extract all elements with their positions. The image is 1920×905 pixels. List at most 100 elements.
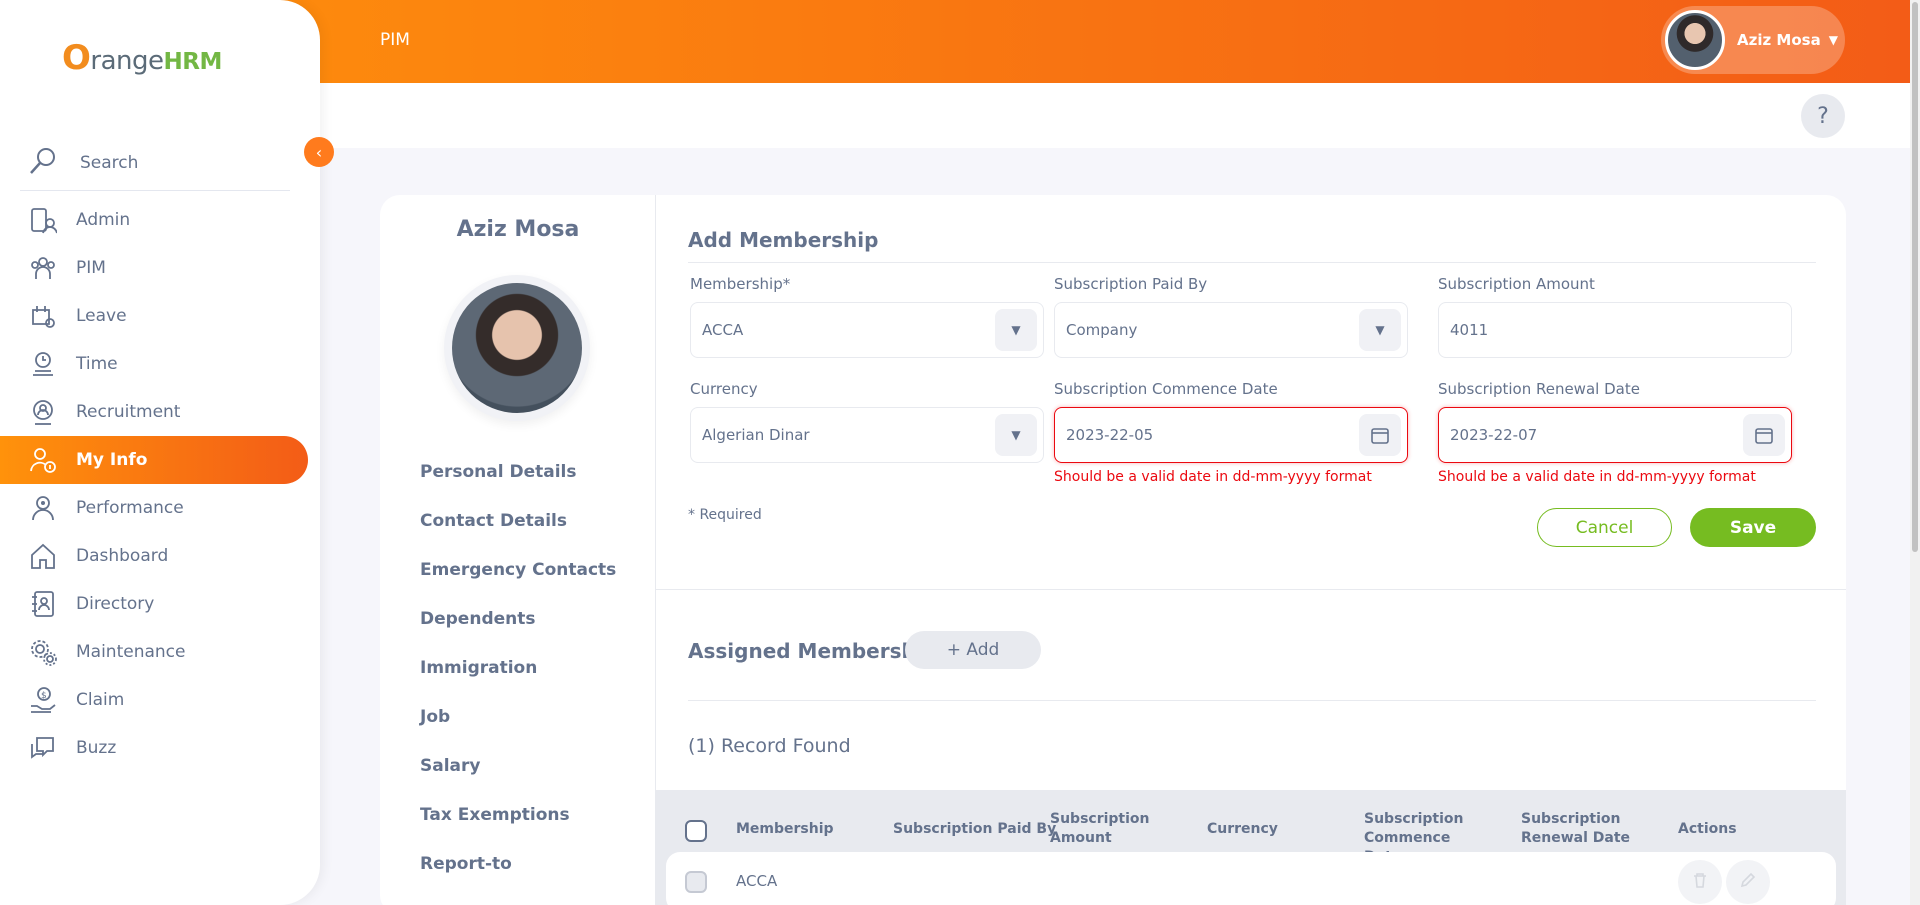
currency-label: Currency <box>690 380 758 398</box>
renewal-date-field: Subscription Renewal Date 2023-22-07 Sho… <box>1438 380 1792 485</box>
svg-text:$: $ <box>41 691 47 701</box>
tab-job[interactable]: Job <box>420 692 616 741</box>
sidebar-item-maintenance[interactable]: Maintenance <box>0 628 320 676</box>
paid-by-value: Company <box>1066 321 1138 339</box>
sidebar-item-my-info[interactable]: My Info <box>0 436 308 484</box>
time-icon <box>28 349 58 379</box>
paid-by-field: Subscription Paid By Company ▼ <box>1054 275 1408 358</box>
table-row[interactable]: ACCA <box>666 852 1836 905</box>
employee-panel: Aziz Mosa Personal Details Contact Detai… <box>380 195 656 905</box>
tab-report-to[interactable]: Report-to <box>420 839 616 888</box>
page-scrollbar[interactable] <box>1910 0 1920 905</box>
paid-by-label: Subscription Paid By <box>1054 275 1208 293</box>
row-checkbox[interactable] <box>685 871 707 893</box>
delete-button[interactable] <box>1678 860 1722 904</box>
sidebar: OrangeHRM Admin PIM Leave Time Recruitme… <box>0 0 320 905</box>
my-info-icon <box>28 445 58 475</box>
commence-date-value: 2023-22-05 <box>1066 426 1154 444</box>
claim-icon: $ <box>28 685 58 715</box>
amount-input[interactable]: 4011 <box>1438 302 1792 358</box>
membership-field: Membership* ACCA ▼ <box>690 275 1044 358</box>
required-note: * Required <box>688 507 762 523</box>
sidebar-item-leave[interactable]: Leave <box>0 292 320 340</box>
records-count: (1) Record Found <box>688 735 851 757</box>
select-all-checkbox[interactable] <box>685 820 707 842</box>
calendar-icon[interactable] <box>1743 414 1785 456</box>
commence-date-input[interactable]: 2023-22-05 <box>1054 407 1408 463</box>
orangehrm-logo[interactable]: OrangeHRM <box>62 38 222 78</box>
tab-qualifications[interactable]: Qualifications <box>420 888 616 905</box>
tab-contact-details[interactable]: Contact Details <box>420 496 616 545</box>
currency-select[interactable]: Algerian Dinar ▼ <box>690 407 1044 463</box>
tab-personal-details[interactable]: Personal Details <box>420 447 616 496</box>
maintenance-icon <box>28 637 58 667</box>
add-membership-button[interactable]: + Add <box>905 631 1041 669</box>
renewal-date-value: 2023-22-07 <box>1450 426 1538 444</box>
caret-down-icon: ▼ <box>1828 33 1838 47</box>
sidebar-item-label: Recruitment <box>76 402 181 422</box>
col-renewal-date[interactable]: Subscription Renewal Date <box>1521 810 1641 848</box>
directory-icon <box>28 589 58 619</box>
sidebar-item-label: Performance <box>76 498 184 518</box>
membership-label: Membership* <box>690 275 791 293</box>
search-icon <box>28 146 58 180</box>
user-dropdown[interactable]: Aziz Mosa ▼ <box>1661 6 1845 74</box>
tab-tax-exemptions[interactable]: Tax Exemptions <box>420 790 616 839</box>
col-paid-by[interactable]: Subscription Paid By <box>893 820 1056 839</box>
sidebar-item-time[interactable]: Time <box>0 340 320 388</box>
tab-dependents[interactable]: Dependents <box>420 594 616 643</box>
sidebar-item-buzz[interactable]: Buzz <box>0 724 320 772</box>
col-amount[interactable]: Subscription Amount <box>1050 810 1160 848</box>
edit-button[interactable] <box>1726 860 1770 904</box>
main-menu: Admin PIM Leave Time Recruitment My Info… <box>0 196 320 772</box>
trash-icon <box>1691 871 1709 893</box>
calendar-icon[interactable] <box>1359 414 1401 456</box>
sidebar-item-label: PIM <box>76 258 106 278</box>
amount-label: Subscription Amount <box>1438 275 1595 293</box>
add-membership-title: Add Membership <box>688 228 879 252</box>
sidebar-item-label: Directory <box>76 594 155 614</box>
search-input[interactable] <box>80 152 260 173</box>
employee-tabs: Personal Details Contact Details Emergen… <box>420 447 616 905</box>
cell-membership: ACCA <box>736 872 778 890</box>
save-button[interactable]: Save <box>1690 508 1816 547</box>
amount-field: Subscription Amount 4011 <box>1438 275 1792 358</box>
paid-by-select[interactable]: Company ▼ <box>1054 302 1408 358</box>
col-currency[interactable]: Currency <box>1207 820 1278 839</box>
col-actions: Actions <box>1678 821 1737 837</box>
chevron-down-icon: ▼ <box>995 414 1037 456</box>
tab-emergency-contacts[interactable]: Emergency Contacts <box>420 545 616 594</box>
membership-select[interactable]: ACCA ▼ <box>690 302 1044 358</box>
admin-icon <box>28 205 58 235</box>
commence-date-label: Subscription Commence Date <box>1054 380 1278 398</box>
currency-value: Algerian Dinar <box>702 426 810 444</box>
sidebar-collapse-button[interactable]: ‹ <box>304 137 334 167</box>
sidebar-item-dashboard[interactable]: Dashboard <box>0 532 320 580</box>
tab-immigration[interactable]: Immigration <box>420 643 616 692</box>
section-divider <box>656 589 1846 590</box>
recruitment-icon <box>28 397 58 427</box>
sidebar-item-label: Time <box>76 354 118 374</box>
sidebar-item-label: Admin <box>76 210 131 230</box>
divider <box>688 262 1816 263</box>
sidebar-item-recruitment[interactable]: Recruitment <box>0 388 320 436</box>
tab-salary[interactable]: Salary <box>420 741 616 790</box>
sidebar-item-pim[interactable]: PIM <box>0 244 320 292</box>
sidebar-item-claim[interactable]: $ Claim <box>0 676 320 724</box>
membership-value: ACCA <box>702 321 744 339</box>
sidebar-item-directory[interactable]: Directory <box>0 580 320 628</box>
sidebar-item-label: Maintenance <box>76 642 186 662</box>
cancel-button[interactable]: Cancel <box>1537 508 1672 547</box>
sub-header <box>320 83 1910 148</box>
help-button[interactable]: ? <box>1801 94 1845 138</box>
page-title: PIM <box>380 30 410 50</box>
scrollbar-thumb[interactable] <box>1912 2 1918 552</box>
employee-photo[interactable] <box>444 275 590 421</box>
dashboard-icon <box>28 541 58 571</box>
chevron-down-icon: ▼ <box>1359 309 1401 351</box>
sidebar-item-performance[interactable]: Performance <box>0 484 320 532</box>
sidebar-item-label: Dashboard <box>76 546 169 566</box>
sidebar-item-admin[interactable]: Admin <box>0 196 320 244</box>
renewal-date-input[interactable]: 2023-22-07 <box>1438 407 1792 463</box>
col-membership[interactable]: Membership <box>736 820 834 839</box>
